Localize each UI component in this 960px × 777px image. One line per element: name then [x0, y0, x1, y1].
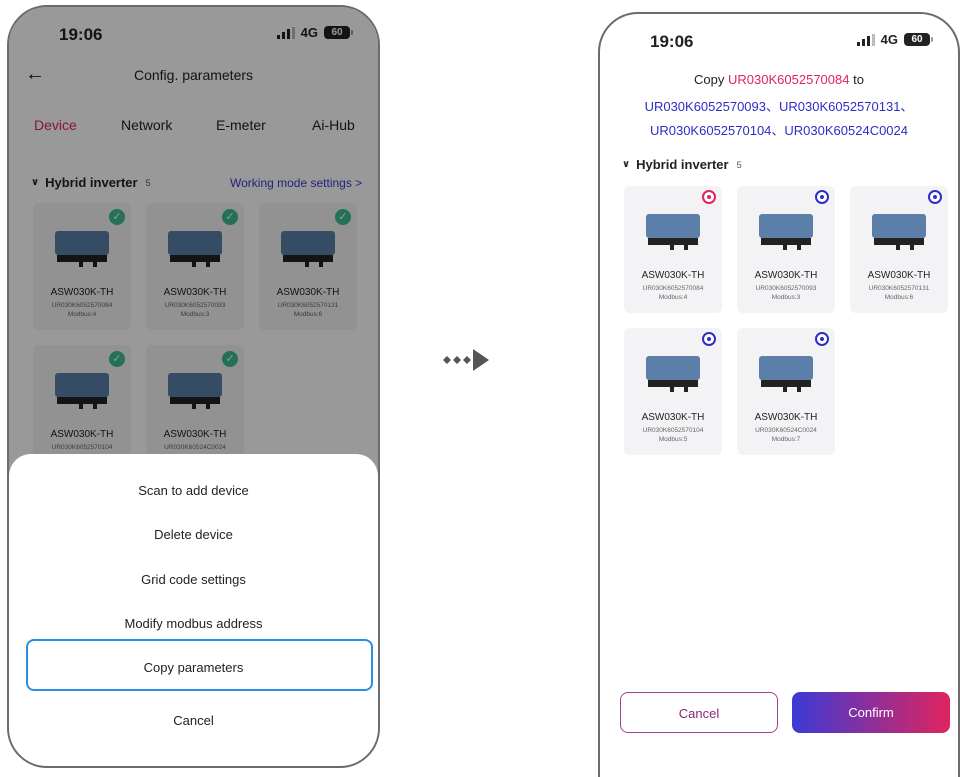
- modify-modbus-address-option[interactable]: Modify modbus address: [9, 616, 378, 631]
- device-card-target[interactable]: ASW030K-TH UR030K6052570104 Modbus:5: [624, 328, 722, 455]
- copy-prefix: Copy: [694, 72, 725, 87]
- inverter-image: [646, 214, 700, 254]
- scan-to-add-device-option[interactable]: Scan to add device: [9, 483, 378, 498]
- device-card-source[interactable]: ASW030K-TH UR030K6052570084 Modbus:4: [624, 186, 722, 313]
- radio-selected-icon[interactable]: [702, 332, 716, 346]
- inverter-image: [759, 214, 813, 254]
- section-count: 5: [736, 159, 742, 170]
- transition-arrow-icon: [443, 349, 489, 371]
- network-type: 4G: [880, 32, 898, 47]
- device-model: ASW030K-TH: [641, 412, 705, 423]
- device-model: ASW030K-TH: [754, 270, 818, 281]
- section-header[interactable]: ∨ Hybrid inverter 5: [622, 157, 742, 172]
- device-sn: UR030K60524C0024: [755, 427, 817, 434]
- copy-source-sn: UR030K6052570084: [728, 72, 850, 87]
- radio-selected-icon[interactable]: [928, 190, 942, 204]
- device-sn: UR030K6052570104: [642, 427, 704, 434]
- device-card-target[interactable]: ASW030K-TH UR030K60524C0024 Modbus:7: [737, 328, 835, 455]
- device-sn: UR030K6052570084: [642, 285, 704, 292]
- confirm-button[interactable]: Confirm: [792, 692, 950, 733]
- device-card-target[interactable]: ASW030K-TH UR030K6052570131 Modbus:6: [850, 186, 948, 313]
- left-phone-screen: 19:06 4G 60 ← Config. parameters Device …: [7, 5, 380, 768]
- battery-icon: 60: [904, 33, 933, 46]
- status-time: 19:06: [650, 32, 694, 51]
- copy-summary-line-1: Copy UR030K6052570084 to: [600, 72, 958, 87]
- cancel-option[interactable]: Cancel: [9, 713, 378, 728]
- radio-selected-source-icon[interactable]: [702, 190, 716, 204]
- device-modbus: Modbus:6: [884, 294, 914, 301]
- device-modbus: Modbus:7: [771, 436, 801, 443]
- grid-code-settings-option[interactable]: Grid code settings: [9, 572, 378, 587]
- device-modbus: Modbus:4: [658, 294, 688, 301]
- radio-selected-icon[interactable]: [815, 190, 829, 204]
- device-sn: UR030K6052570093: [755, 285, 817, 292]
- device-modbus: Modbus:5: [658, 436, 688, 443]
- right-phone-screen: 19:06 4G 60 Copy UR030K6052570084 to UR0…: [598, 12, 960, 777]
- copy-targets-line-3: UR030K6052570104、UR030K60524C0024: [649, 123, 909, 138]
- inverter-image: [872, 214, 926, 254]
- inverter-image: [759, 356, 813, 396]
- device-model: ASW030K-TH: [754, 412, 818, 423]
- device-card-target[interactable]: ASW030K-TH UR030K6052570093 Modbus:3: [737, 186, 835, 313]
- delete-device-option[interactable]: Delete device: [9, 527, 378, 542]
- radio-selected-icon[interactable]: [815, 332, 829, 346]
- copy-parameters-option[interactable]: Copy parameters: [9, 660, 378, 675]
- inverter-image: [646, 356, 700, 396]
- status-bar: 19:06 4G 60: [600, 14, 958, 64]
- chevron-down-icon: ∨: [622, 159, 631, 170]
- device-model: ASW030K-TH: [867, 270, 931, 281]
- cancel-button[interactable]: Cancel: [620, 692, 778, 733]
- device-model: ASW030K-TH: [641, 270, 705, 281]
- section-title: Hybrid inverter: [636, 157, 729, 172]
- device-sn: UR030K6052570131: [868, 285, 930, 292]
- signal-icon: [856, 33, 875, 46]
- copy-targets-line-2: UR030K6052570093、UR030K6052570131、: [644, 99, 914, 114]
- copy-to: to: [853, 72, 864, 87]
- device-modbus: Modbus:3: [771, 294, 801, 301]
